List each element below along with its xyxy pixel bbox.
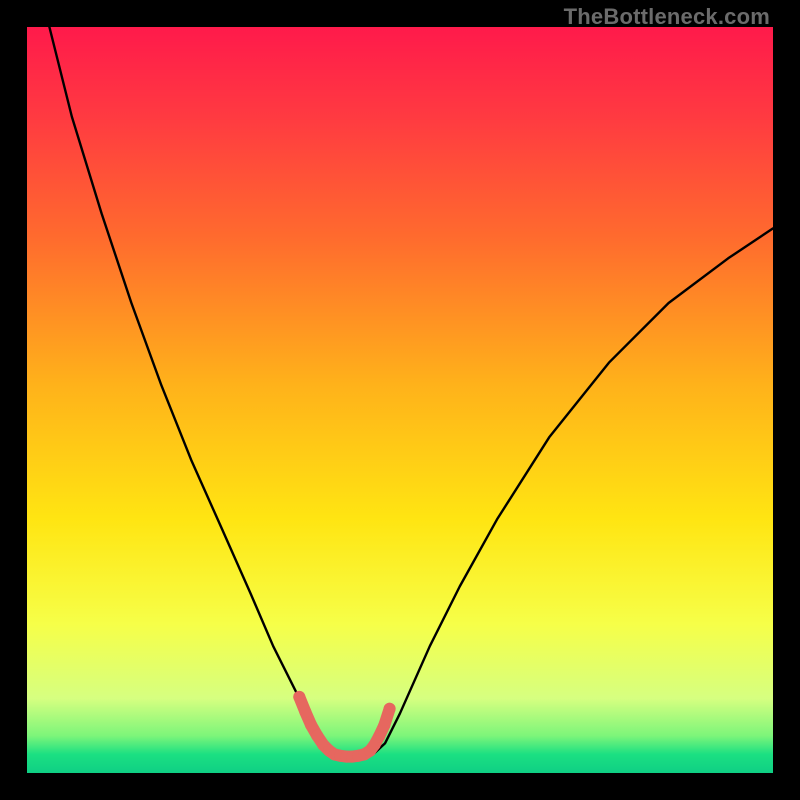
chart-background-gradient [27, 27, 773, 773]
chart-container: TheBottleneck.com [0, 0, 800, 800]
attribution-text: TheBottleneck.com [564, 4, 770, 30]
